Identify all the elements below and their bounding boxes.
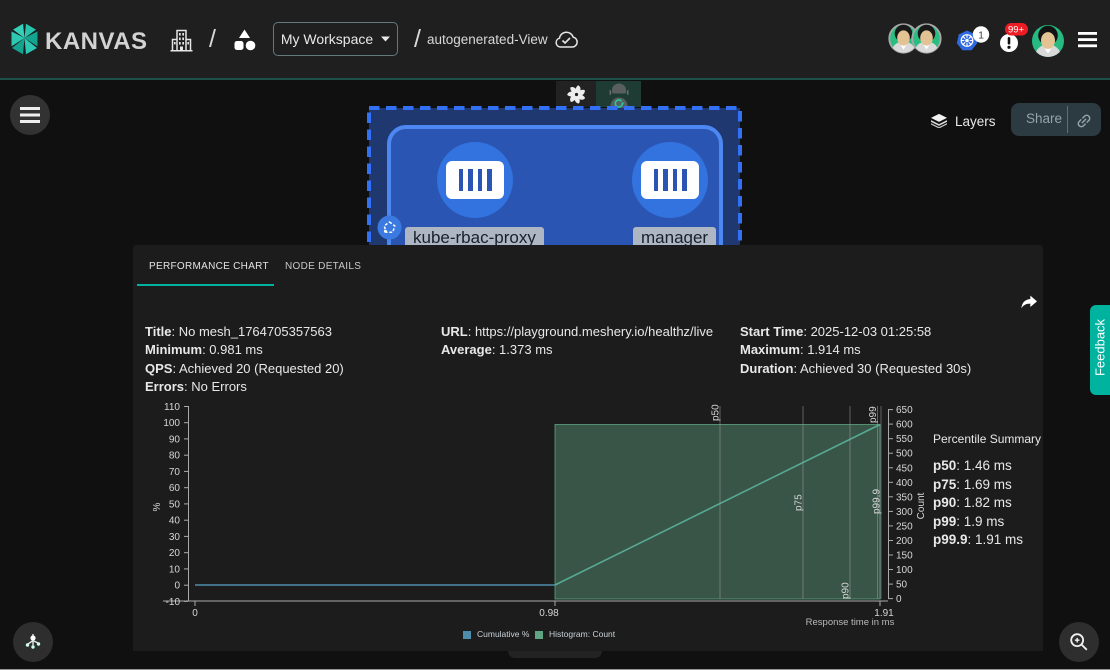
svg-text:400: 400 bbox=[896, 478, 913, 489]
svg-text:20: 20 bbox=[169, 548, 181, 559]
svg-text:100: 100 bbox=[896, 565, 913, 576]
svg-text:100: 100 bbox=[163, 418, 180, 429]
svg-text:70: 70 bbox=[169, 467, 181, 478]
svg-text:99+: 99+ bbox=[1008, 25, 1025, 36]
svg-text:0.98: 0.98 bbox=[539, 608, 559, 619]
svg-text:Response time in ms: Response time in ms bbox=[806, 617, 895, 628]
svg-text:80: 80 bbox=[169, 451, 181, 462]
svg-text:50: 50 bbox=[896, 580, 908, 591]
svg-text:10: 10 bbox=[169, 564, 181, 575]
svg-text:0: 0 bbox=[896, 594, 902, 605]
svg-text:300: 300 bbox=[896, 507, 913, 518]
svg-text:Count: Count bbox=[916, 492, 927, 519]
svg-text:p75: p75 bbox=[794, 494, 805, 511]
svg-text:-10: -10 bbox=[166, 597, 181, 608]
svg-text:600: 600 bbox=[896, 420, 913, 431]
svg-text:650: 650 bbox=[896, 405, 913, 416]
svg-text:p99: p99 bbox=[868, 406, 879, 423]
svg-text:150: 150 bbox=[896, 551, 913, 562]
svg-text:90: 90 bbox=[169, 434, 181, 445]
svg-text:550: 550 bbox=[896, 434, 913, 445]
svg-text:500: 500 bbox=[896, 449, 913, 460]
svg-text:0: 0 bbox=[192, 608, 198, 619]
svg-text:350: 350 bbox=[896, 492, 913, 503]
svg-text:0: 0 bbox=[174, 581, 180, 592]
svg-text:50: 50 bbox=[169, 499, 181, 510]
svg-text:p99.9: p99.9 bbox=[872, 489, 883, 514]
svg-text:450: 450 bbox=[896, 463, 913, 474]
svg-text:110: 110 bbox=[164, 402, 180, 413]
svg-text:1: 1 bbox=[978, 29, 984, 41]
svg-text:30: 30 bbox=[169, 532, 181, 543]
svg-text:40: 40 bbox=[169, 516, 181, 527]
svg-text:p50: p50 bbox=[711, 404, 722, 421]
svg-text:%: % bbox=[152, 502, 163, 511]
svg-text:250: 250 bbox=[896, 521, 913, 532]
svg-text:p90: p90 bbox=[841, 582, 852, 599]
svg-text:60: 60 bbox=[169, 483, 181, 494]
svg-text:200: 200 bbox=[896, 536, 913, 547]
